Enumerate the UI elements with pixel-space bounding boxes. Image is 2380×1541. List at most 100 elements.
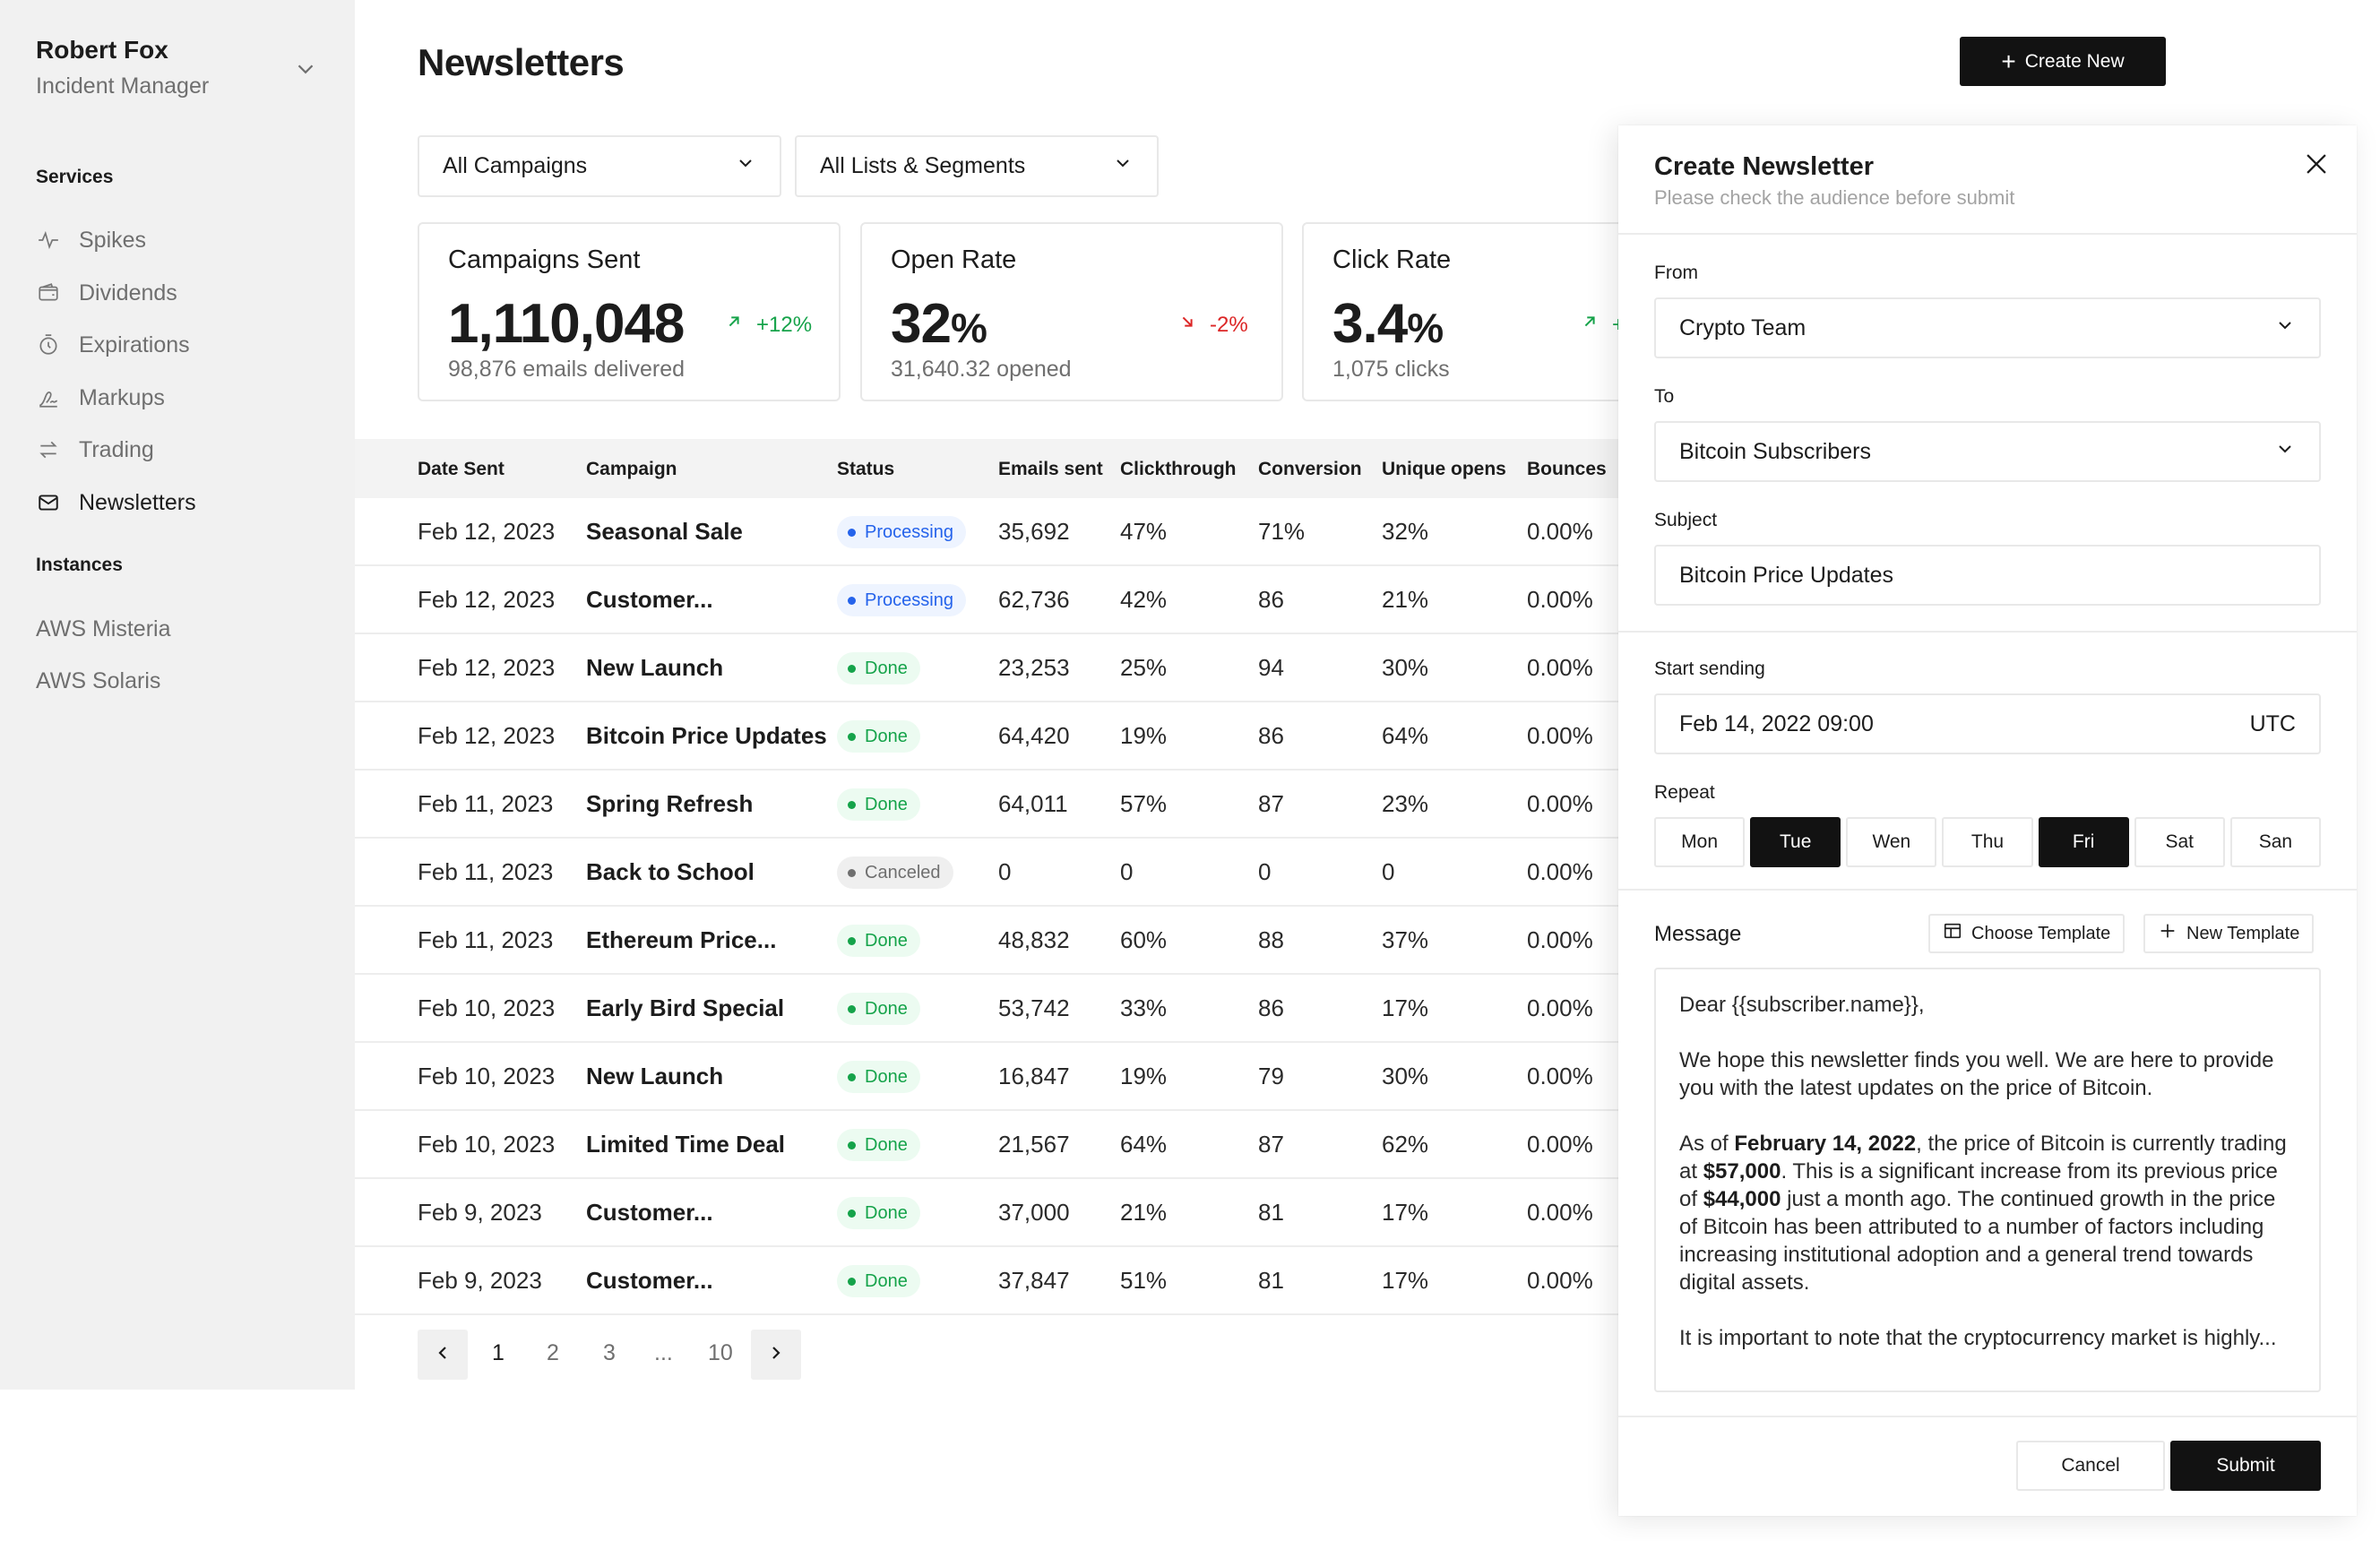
- cell-opens: 37%: [1382, 926, 1429, 953]
- cell-campaign: Customer...: [586, 1199, 713, 1226]
- stat-value: 1,110,048: [448, 293, 685, 355]
- cell-conv: 86: [1258, 994, 1284, 1021]
- column-header[interactable]: Campaign: [586, 459, 677, 480]
- day-toggle-mon[interactable]: Mon: [1654, 817, 1746, 867]
- to-select[interactable]: Bitcoin Subscribers: [1654, 421, 2321, 482]
- column-header[interactable]: Emails sent: [998, 459, 1103, 480]
- status-badge: Done: [837, 720, 920, 753]
- sidebar-item-trading[interactable]: Trading: [36, 430, 323, 469]
- cell-date: Feb 12, 2023: [418, 654, 556, 681]
- divider: [1618, 631, 2357, 633]
- prev-page-button[interactable]: [418, 1330, 468, 1380]
- status-label: Processing: [865, 521, 953, 542]
- page-number[interactable]: 3: [603, 1340, 616, 1366]
- sidebar-item-markups[interactable]: Markups: [36, 378, 323, 418]
- cell-bounces: 0.00%: [1527, 1267, 1593, 1294]
- start-sending-input[interactable]: Feb 14, 2022 09:00 UTC: [1654, 693, 2321, 754]
- page-number[interactable]: 2: [547, 1340, 559, 1366]
- sidebar-item-label: Newsletters: [79, 489, 196, 515]
- cell-emails: 48,832: [998, 926, 1070, 953]
- day-toggle-tue[interactable]: Tue: [1750, 817, 1841, 867]
- lists-filter[interactable]: All Lists & Segments: [795, 135, 1159, 197]
- from-select[interactable]: Crypto Team: [1654, 297, 2321, 358]
- table-row[interactable]: Feb 11, 2023 Spring Refresh 64,011 57% 87 23%…: [355, 770, 1618, 839]
- sidebar-item-label: Expirations: [79, 331, 190, 357]
- close-icon[interactable]: [2301, 149, 2332, 179]
- day-toggle-sat[interactable]: Sat: [2134, 817, 2225, 867]
- column-header[interactable]: Conversion: [1258, 459, 1362, 480]
- column-header[interactable]: Clickthrough: [1120, 459, 1237, 480]
- chevron-down-icon[interactable]: [292, 56, 319, 82]
- stat-label: Click Rate: [1332, 245, 1452, 274]
- status-label: Canceled: [865, 862, 941, 882]
- status-label: Done: [865, 998, 908, 1019]
- sidebar-item-spikes[interactable]: Spikes: [36, 220, 323, 260]
- cell-bounces: 0.00%: [1527, 1199, 1593, 1226]
- page-number[interactable]: 10: [708, 1340, 733, 1366]
- subject-label: Subject: [1654, 510, 1718, 530]
- divider: [1618, 889, 2357, 891]
- column-header[interactable]: Bounces: [1527, 459, 1607, 480]
- page-number[interactable]: 1: [492, 1340, 504, 1366]
- column-header[interactable]: Unique opens: [1382, 459, 1506, 480]
- column-header[interactable]: Date Sent: [418, 459, 504, 480]
- cell-bounces: 0.00%: [1527, 722, 1593, 749]
- table-row[interactable]: Feb 10, 2023 New Launch 16,847 19% 79 30% 0.00…: [355, 1043, 1618, 1111]
- table-row[interactable]: Feb 11, 2023 Ethereum Price... 48,832 60% 88…: [355, 907, 1618, 975]
- status-dot: [848, 1072, 856, 1081]
- status-label: Processing: [865, 590, 953, 610]
- table-row[interactable]: Feb 12, 2023 New Launch 23,253 25% 94 30% 0.00…: [355, 634, 1618, 702]
- status-badge: Done: [837, 652, 920, 684]
- chevron-down-icon: [2274, 438, 2296, 466]
- message-editor[interactable]: Dear {{subscriber.name}}, We hope this n…: [1654, 968, 2321, 1392]
- table-row[interactable]: Feb 12, 2023 Bitcoin Price Updates 64,420 1…: [355, 702, 1618, 770]
- cell-opens: 0: [1382, 858, 1395, 885]
- cell-bounces: 0.00%: [1527, 1131, 1593, 1158]
- table-row[interactable]: Feb 11, 2023 Back to School 0 0 0 0 0.00% Cance…: [355, 839, 1618, 907]
- sidebar-item-expirations[interactable]: Expirations: [36, 325, 323, 365]
- table-row[interactable]: Feb 10, 2023 Early Bird Special 53,742 33% 8…: [355, 975, 1618, 1043]
- sidebar-item-dividends[interactable]: Dividends: [36, 273, 323, 313]
- swap-icon: [36, 437, 61, 462]
- status-label: Done: [865, 1134, 908, 1155]
- submit-button[interactable]: Submit: [2170, 1441, 2321, 1491]
- day-toggle-san[interactable]: San: [2229, 817, 2321, 867]
- sidebar-item-label: Trading: [79, 436, 154, 462]
- table-row[interactable]: Feb 9, 2023 Customer... 37,000 21% 81 17% 0.00…: [355, 1179, 1618, 1247]
- table-row[interactable]: Feb 12, 2023 Customer... 62,736 42% 86 21% 0.0…: [355, 566, 1618, 634]
- table-row[interactable]: Feb 12, 2023 Seasonal Sale 35,692 47% 71% 32%…: [355, 498, 1618, 566]
- cell-conv: 87: [1258, 790, 1284, 817]
- table-header: Date Sent Campaign Status Emails sent Cl…: [355, 439, 1618, 498]
- cancel-button[interactable]: Cancel: [2016, 1441, 2165, 1491]
- chevron-right-icon: [765, 1342, 787, 1368]
- cell-conv: 81: [1258, 1267, 1284, 1294]
- cell-emails: 64,420: [998, 722, 1070, 749]
- create-new-button[interactable]: + Create New: [1960, 37, 2166, 86]
- status-dot: [848, 1277, 856, 1286]
- cell-opens: 17%: [1382, 1199, 1429, 1226]
- cell-date: Feb 11, 2023: [418, 926, 554, 953]
- cell-date: Feb 12, 2023: [418, 518, 556, 545]
- choose-template-button[interactable]: Choose Template: [1928, 914, 2126, 953]
- new-template-button[interactable]: New Template: [2143, 914, 2315, 953]
- next-page-button[interactable]: [751, 1330, 801, 1380]
- message-paragraph: It is important to note that the cryptoc…: [1679, 1326, 2277, 1350]
- subject-input[interactable]: Bitcoin Price Updates: [1654, 545, 2321, 606]
- sidebar-item-newsletters[interactable]: Newsletters: [36, 483, 323, 522]
- day-toggle-wen[interactable]: Wen: [1846, 817, 1937, 867]
- campaigns-filter[interactable]: All Campaigns: [418, 135, 781, 197]
- divider: [1618, 1416, 2357, 1417]
- column-header[interactable]: Status: [837, 459, 894, 480]
- instance-item-misteria[interactable]: AWS Misteria: [36, 616, 170, 642]
- day-toggle-fri[interactable]: Fri: [2038, 817, 2129, 867]
- stat-delta: +12%: [724, 312, 812, 338]
- sidebar: Robert Fox Incident Manager Services Spi…: [0, 0, 355, 1390]
- cell-date: Feb 12, 2023: [418, 586, 556, 613]
- day-toggle-thu[interactable]: Thu: [1942, 817, 2033, 867]
- table-row[interactable]: Feb 9, 2023 Customer... 37,847 51% 81 17% 0.00…: [355, 1247, 1618, 1315]
- instance-item-solaris[interactable]: AWS Solaris: [36, 668, 160, 694]
- table-row[interactable]: Feb 10, 2023 Limited Time Deal 21,567 64% 87…: [355, 1111, 1618, 1179]
- template-icon: [1943, 921, 1971, 946]
- cell-conv: 81: [1258, 1199, 1284, 1226]
- cell-ctr: 42%: [1120, 586, 1168, 613]
